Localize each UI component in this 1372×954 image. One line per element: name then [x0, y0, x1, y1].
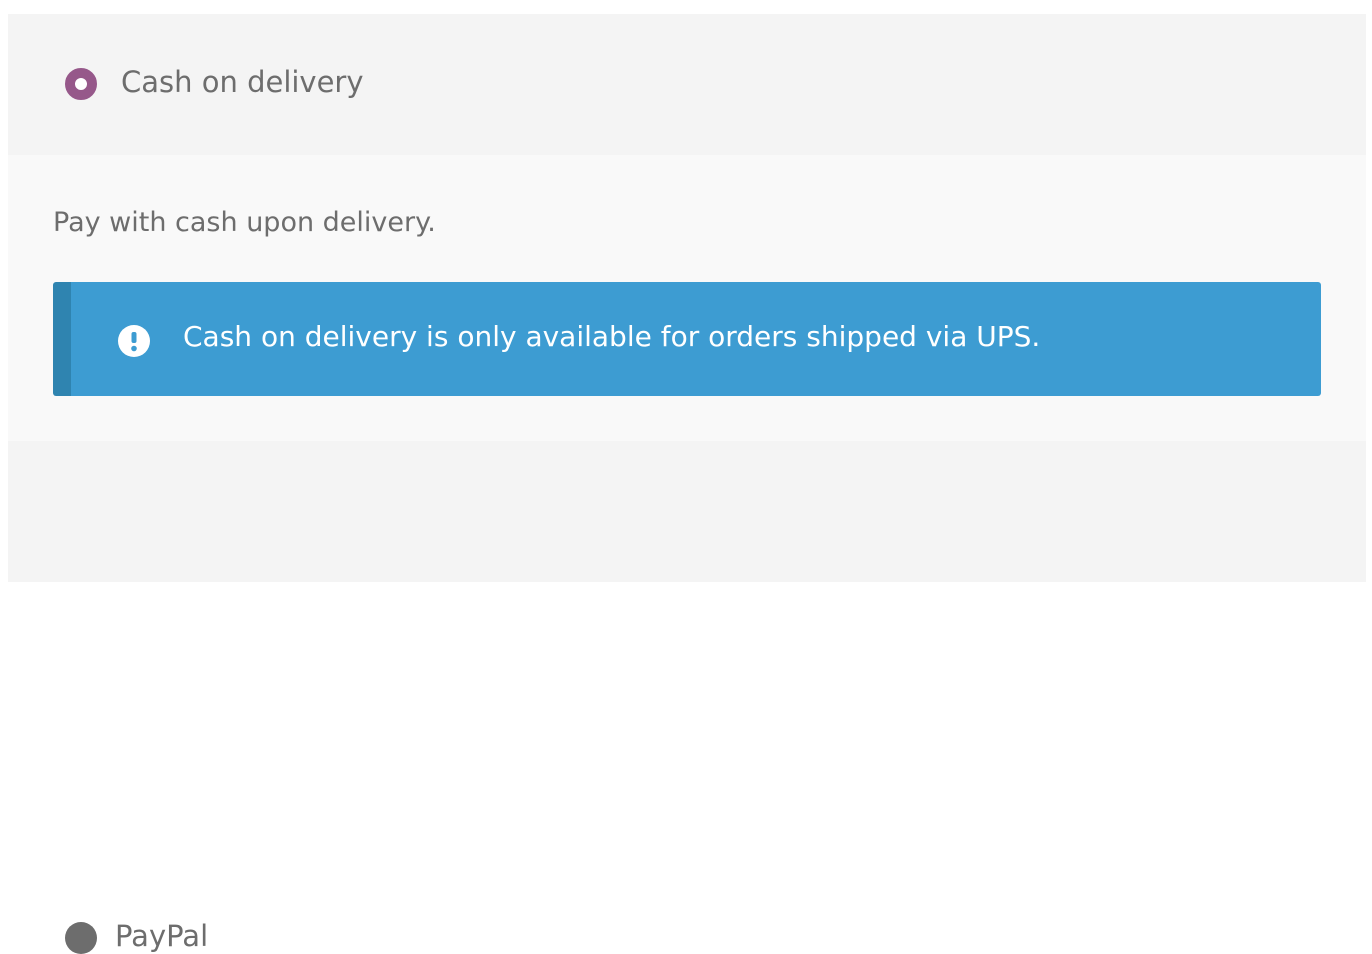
- payment-description: Pay with cash upon delivery.: [53, 207, 436, 238]
- info-notice-text: Cash on delivery is only available for o…: [183, 320, 1041, 353]
- payment-option-cod-label[interactable]: Cash on delivery: [121, 65, 364, 99]
- radio-cod-selected[interactable]: [65, 68, 97, 100]
- info-notice: Cash on delivery is only available for o…: [53, 282, 1321, 396]
- payment-option-cod[interactable]: Cash on delivery: [8, 14, 1366, 155]
- payment-option-paypal[interactable]: PayPal: [8, 441, 1366, 954]
- payment-methods-panel: Cash on delivery Pay with cash upon deli…: [8, 14, 1366, 954]
- payment-details-cod: Pay with cash upon delivery. Cash on del…: [8, 155, 1366, 441]
- payment-option-paypal-label[interactable]: PayPal: [115, 919, 208, 953]
- radio-paypal-unselected[interactable]: [65, 922, 97, 954]
- exclamation-circle-icon: [118, 325, 150, 357]
